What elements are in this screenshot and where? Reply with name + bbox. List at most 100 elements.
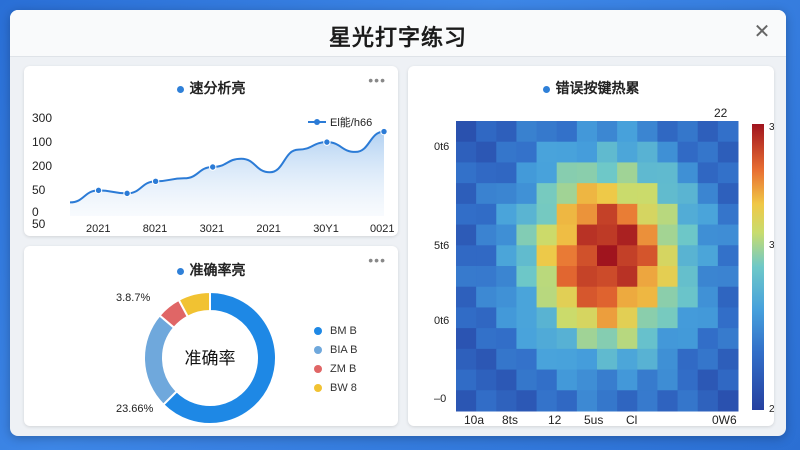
heatmap-cell	[717, 328, 739, 350]
heatmap-cell	[637, 183, 658, 205]
heatmap-cell	[576, 203, 598, 226]
heatmap-cell	[697, 307, 719, 329]
heatmap-cell	[536, 245, 558, 267]
heatmap-cell	[516, 390, 538, 412]
heatmap-cell	[597, 348, 618, 371]
heatmap-cell	[637, 245, 658, 267]
heatmap-cell	[536, 141, 558, 163]
heatmap-cell	[677, 266, 699, 288]
heatmap-cell	[617, 121, 638, 143]
heatmap-x-tick: Cl	[626, 413, 637, 426]
heatmap-cell	[657, 245, 679, 267]
heatmap-cell	[717, 245, 739, 267]
heatmap-cell	[516, 328, 538, 350]
heatmap-cell	[637, 390, 658, 412]
pie-label-bottom: 23.66%	[116, 403, 154, 415]
heatmap-cell	[657, 141, 679, 163]
heatmap-cell	[496, 245, 517, 267]
heatmap-cell	[476, 162, 497, 184]
legend-label: BM B	[330, 325, 357, 337]
heatmap-cell	[637, 348, 658, 371]
heatmap-cell	[617, 390, 638, 412]
heatmap-cell	[717, 390, 739, 412]
heatmap-cell	[536, 328, 558, 350]
heatmap-cell	[657, 307, 679, 329]
heatmap-cell	[536, 348, 558, 371]
heatmap-cell	[516, 121, 538, 143]
heatmap-cell	[476, 369, 497, 391]
heatmap-cell	[556, 390, 578, 412]
legend-label: BIA B	[330, 344, 358, 356]
heatmap-cell	[637, 224, 658, 246]
heatmap-cell	[597, 390, 618, 412]
title-bar: 星光打字练习 ✕	[10, 10, 786, 57]
heatmap-cell	[476, 286, 497, 308]
colorbar-tick: 2	[769, 404, 774, 415]
heatmap-card: 错误按键热累 220t65t60t6–010a8ts125usCl0W63t63…	[408, 66, 774, 426]
heatmap-cell	[597, 224, 618, 246]
heatmap-cell	[516, 286, 538, 308]
close-icon[interactable]: ✕	[750, 20, 774, 44]
heatmap-cell	[456, 307, 477, 329]
heatmap-cell	[576, 307, 598, 329]
heatmap-x-tick: 12	[548, 413, 562, 426]
heatmap-cell	[717, 162, 739, 184]
heatmap-cell	[617, 369, 638, 391]
data-point	[323, 138, 331, 146]
heatmap-cell	[456, 245, 477, 267]
heatmap-cell	[556, 266, 578, 288]
heatmap-cell	[476, 203, 497, 226]
heatmap-cell	[617, 245, 638, 267]
heatmap-y-tick: 0t6	[434, 315, 449, 327]
donut-slice	[143, 314, 179, 407]
data-point	[209, 163, 217, 171]
heatmap-cell	[476, 307, 497, 329]
heatmap-cell	[456, 141, 477, 163]
heatmap-cell	[456, 203, 477, 226]
heatmap-cell	[456, 286, 477, 308]
heatmap-cell	[576, 286, 598, 308]
heatmap-cell	[677, 141, 699, 163]
heatmap-cell	[637, 266, 658, 288]
heatmap-cell	[717, 369, 739, 391]
accuracy-card: 准确率亮 ••• 准确率 3.8.7% 23.66% BM B BIA B ZM B…	[24, 246, 398, 426]
heatmap-cell	[637, 141, 658, 163]
heatmap-cell	[717, 286, 739, 308]
heatmap-cell	[496, 286, 517, 308]
heatmap-cell	[496, 266, 517, 288]
legend-label: ZM B	[330, 363, 357, 375]
data-point	[123, 189, 131, 198]
heatmap-x-tick: 10a	[464, 413, 484, 426]
heatmap-cell	[617, 307, 638, 329]
heatmap-cell	[637, 203, 658, 226]
heatmap-cell	[677, 224, 699, 246]
heatmap-cell	[556, 203, 578, 226]
heatmap-cell	[657, 390, 679, 412]
heatmap-cell	[456, 328, 477, 350]
heatmap-cell	[476, 328, 497, 350]
heatmap-cell	[536, 203, 558, 226]
y-tick-label: 50	[32, 183, 46, 197]
y-tick-label: 100	[32, 135, 52, 149]
heatmap-cell	[496, 348, 517, 371]
heatmap-cell	[516, 162, 538, 184]
heatmap-cell	[697, 203, 719, 226]
pie-label-top: 3.8.7%	[116, 292, 151, 304]
donut-center-label: 准确率	[185, 349, 236, 368]
heatmap-cell	[576, 121, 598, 143]
heatmap-cell	[697, 141, 719, 163]
heatmap-cell	[677, 245, 699, 267]
legend-label: BW 8	[330, 382, 357, 394]
heatmap-cell	[476, 224, 497, 246]
heatmap-cell	[476, 121, 497, 143]
heatmap-cell	[576, 348, 598, 371]
colorbar-tick: 3t6	[769, 122, 774, 133]
heatmap-cell	[496, 121, 517, 143]
legend-label: El能/h66	[330, 115, 372, 129]
heatmap-cell	[516, 307, 538, 329]
x-tick-label: 30Y1	[313, 223, 339, 235]
heatmap-cell	[677, 348, 699, 371]
heatmap-cell	[476, 266, 497, 288]
heatmap-cell	[657, 224, 679, 246]
x-tick-label: 8021	[143, 223, 167, 235]
